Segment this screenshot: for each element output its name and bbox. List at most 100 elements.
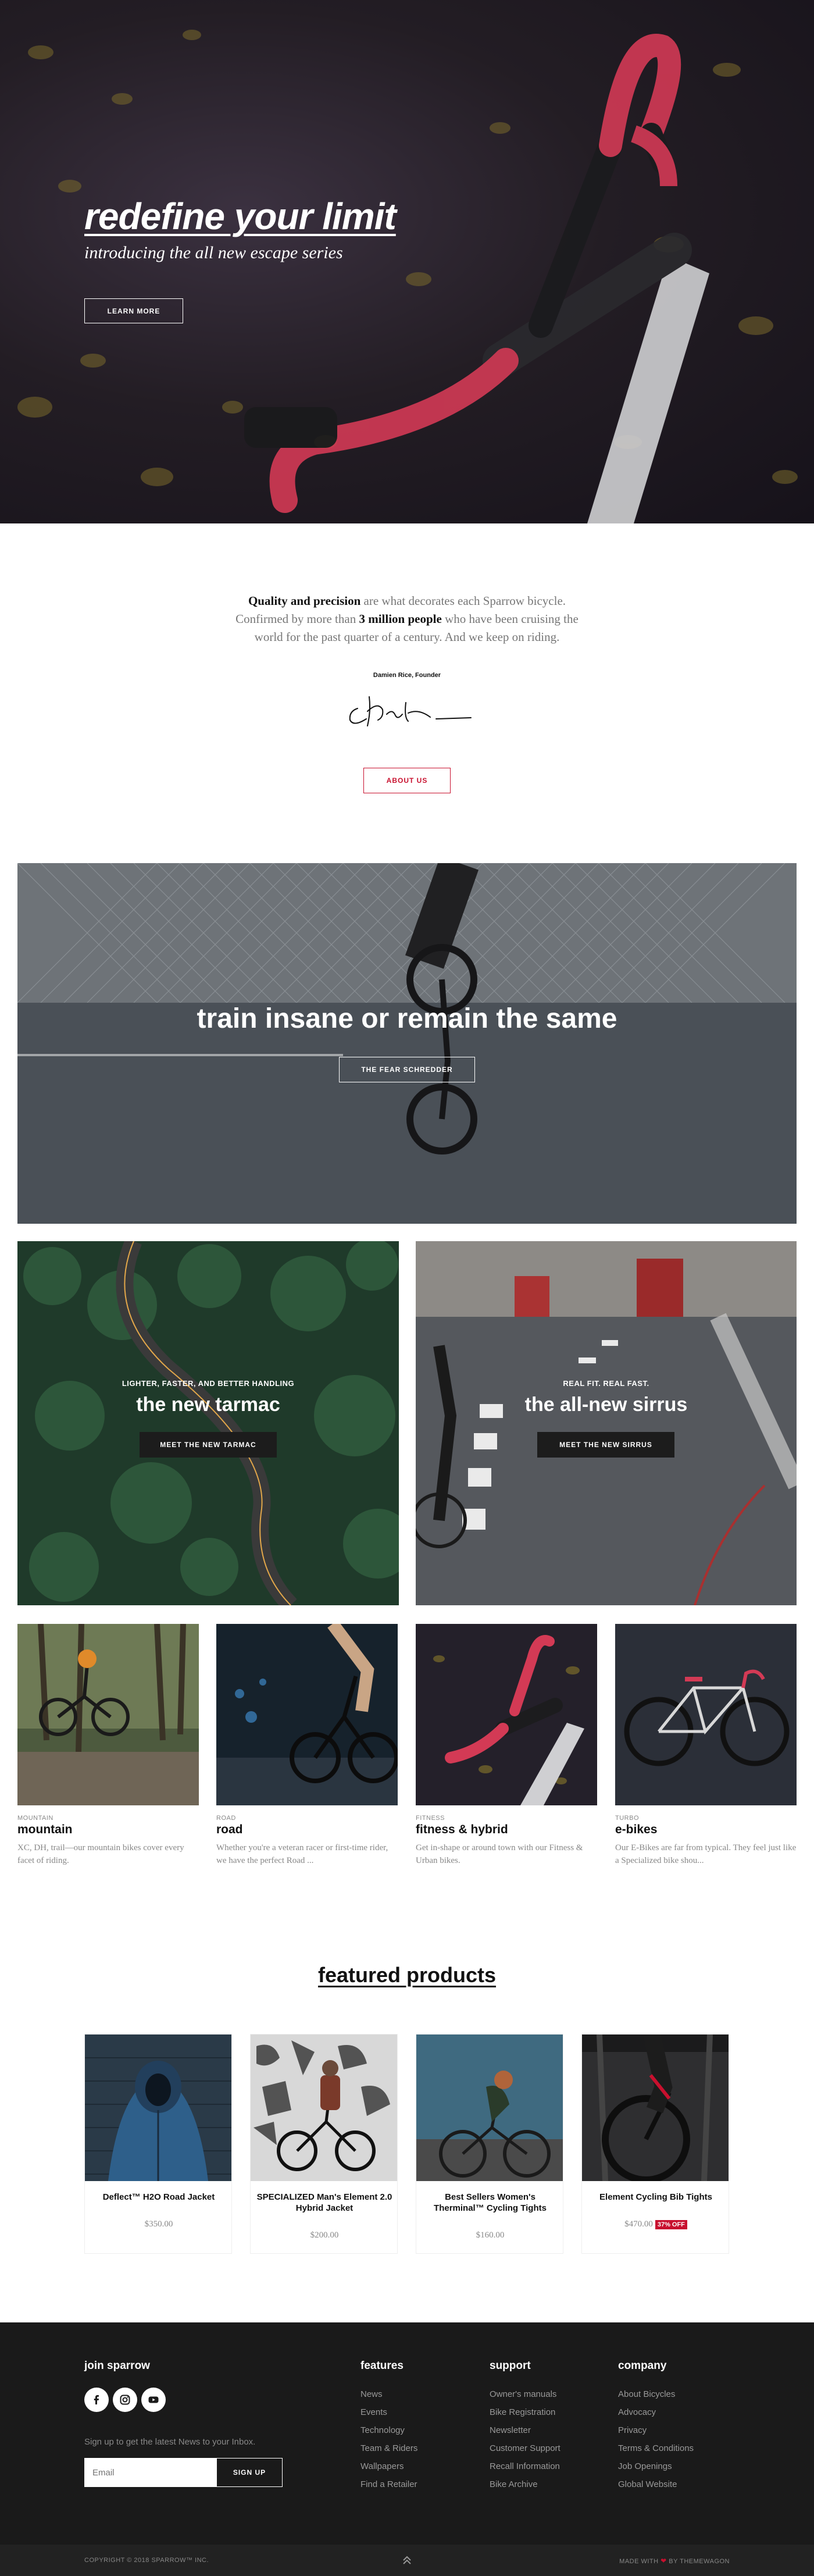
sirrus-title: the all-new sirrus bbox=[524, 1394, 688, 1416]
tarmac-eyebrow: LIGHTER, FASTER, AND BETTER HANDLING bbox=[122, 1379, 295, 1388]
banner-tarmac[interactable]: LIGHTER, FASTER, AND BETTER HANDLING the… bbox=[17, 1241, 399, 1605]
facebook-icon[interactable] bbox=[84, 2388, 109, 2412]
founder-name: Damien Rice, Founder bbox=[373, 672, 441, 679]
footer-link[interactable]: Events bbox=[360, 2403, 417, 2421]
product-card[interactable]: Deflect™ H2O Road Jacket $350.00 bbox=[84, 2034, 232, 2254]
signup-text: Sign up to get the latest News to your I… bbox=[84, 2437, 256, 2447]
themewagon-link[interactable]: BY THEMEWAGON bbox=[669, 2558, 730, 2565]
product-name[interactable]: Best Sellers Women's Therminal™ Cycling … bbox=[422, 2192, 558, 2214]
support-list: Owner's manuals Bike Registration Newsle… bbox=[490, 2385, 560, 2493]
category-description: Get in-shape or around town with our Fit… bbox=[416, 1843, 583, 1865]
product-name[interactable]: SPECIALIZED Man's Element 2.0 Hybrid Jac… bbox=[256, 2192, 392, 2214]
footer-link[interactable]: Bike Archive bbox=[490, 2475, 560, 2493]
founder-signature bbox=[349, 696, 472, 726]
category-description: Our E-Bikes are far from typical. They f… bbox=[615, 1843, 797, 1865]
product-price: $350.00 bbox=[85, 2219, 233, 2229]
footer-link[interactable]: Recall Information bbox=[490, 2457, 560, 2475]
footer-link[interactable]: Global Website bbox=[618, 2475, 694, 2493]
footer-link[interactable]: Privacy bbox=[618, 2421, 694, 2439]
youtube-icon[interactable] bbox=[141, 2388, 166, 2412]
category-eyebrow: FITNESS bbox=[416, 1815, 445, 1822]
product-name[interactable]: Element Cycling Bib Tights bbox=[588, 2192, 724, 2203]
footer-link[interactable]: Terms & Conditions bbox=[618, 2439, 694, 2457]
copyright: COPYRIGHT © 2018 SPARROW™ INC. bbox=[84, 2557, 209, 2564]
product-card[interactable]: SPECIALIZED Man's Element 2.0 Hybrid Jac… bbox=[250, 2034, 398, 2254]
product-card[interactable]: Element Cycling Bib Tights $470.00 37% OF… bbox=[581, 2032, 730, 2254]
category-card-fitness[interactable]: FITNESS fitness & hybrid Get in-shape or… bbox=[416, 1624, 597, 1865]
footer-link[interactable]: Owner's manuals bbox=[490, 2385, 560, 2403]
heart-icon: ❤ bbox=[661, 2557, 667, 2565]
footer-link[interactable]: Customer Support bbox=[490, 2439, 560, 2457]
footer-link[interactable]: Bike Registration bbox=[490, 2403, 560, 2421]
company-list: About Bicycles Advocacy Privacy Terms & … bbox=[618, 2385, 694, 2493]
sale-badge: 37% OFF bbox=[655, 2220, 687, 2229]
made-with-text: MADE WITH bbox=[619, 2558, 659, 2565]
tarmac-image bbox=[23, 1241, 399, 1605]
meet-tarmac-button[interactable]: MEET THE NEW TARMAC bbox=[140, 1432, 277, 1458]
product-image bbox=[416, 2035, 563, 2181]
made-with: MADE WITH ❤ BY THEMEWAGON bbox=[619, 2557, 730, 2565]
category-name[interactable]: e-bikes bbox=[615, 1823, 657, 1837]
category-card-mountain[interactable]: MOUNTAIN mountain XC, DH, trail—our moun… bbox=[17, 1623, 199, 1865]
banner-sirrus[interactable]: REAL FIT. REAL FAST. the all-new sirrus … bbox=[416, 1241, 797, 1605]
banner-main-title: train insane or remain the same bbox=[197, 1003, 617, 1034]
intro-strong-people: 3 million people bbox=[359, 612, 442, 626]
fear-schredder-button[interactable]: THE FEAR SCHREDDER bbox=[339, 1057, 475, 1082]
ebikes-image bbox=[615, 1624, 797, 1805]
banner-fear-schredder[interactable]: train insane or remain the same THE FEAR… bbox=[17, 863, 797, 1224]
footer-link[interactable]: Team & Riders bbox=[360, 2439, 417, 2457]
hero-subtitle: introducing the all new escape series bbox=[84, 243, 343, 262]
intro-strong-quality: Quality and precision bbox=[248, 594, 361, 608]
hero-title: redefine your limit bbox=[84, 195, 397, 237]
features-title: features bbox=[360, 2360, 404, 2372]
category-eyebrow: ROAD bbox=[216, 1815, 236, 1822]
product-price: $160.00 bbox=[416, 2231, 564, 2240]
category-description: Whether you're a veteran racer or first-… bbox=[216, 1843, 388, 1865]
road-image bbox=[216, 1620, 399, 1805]
product-price-value: $200.00 bbox=[310, 2231, 339, 2240]
footer-link[interactable]: Find a Retailer bbox=[360, 2475, 417, 2493]
mountain-image bbox=[17, 1623, 199, 1805]
category-name[interactable]: road bbox=[216, 1823, 243, 1837]
footer-link[interactable]: Job Openings bbox=[618, 2457, 694, 2475]
support-title: support bbox=[490, 2360, 531, 2372]
sirrus-image bbox=[416, 1241, 797, 1605]
footer-link[interactable]: Wallpapers bbox=[360, 2457, 417, 2475]
product-price-value: $160.00 bbox=[476, 2231, 505, 2240]
category-name[interactable]: fitness & hybrid bbox=[416, 1823, 508, 1837]
company-title: company bbox=[618, 2360, 667, 2372]
product-price: $200.00 bbox=[251, 2231, 398, 2240]
product-price-value: $350.00 bbox=[144, 2219, 173, 2229]
product-image bbox=[85, 2035, 231, 2181]
footer-bottom-bar: COPYRIGHT © 2018 SPARROW™ INC. MADE WITH… bbox=[0, 2545, 814, 2576]
sirrus-eyebrow: REAL FIT. REAL FAST. bbox=[563, 1379, 649, 1388]
email-input[interactable] bbox=[84, 2458, 216, 2487]
fitness-image bbox=[416, 1624, 597, 1805]
category-name[interactable]: mountain bbox=[17, 1823, 73, 1837]
chevrons-up-icon[interactable] bbox=[400, 2554, 414, 2567]
footer-link[interactable]: News bbox=[360, 2385, 417, 2403]
featured-title: featured products bbox=[317, 1963, 497, 1987]
about-us-button[interactable]: ABOUT US bbox=[363, 768, 451, 793]
footer-link[interactable]: About Bicycles bbox=[618, 2385, 694, 2403]
intro-text: Quality and precision are what decorates… bbox=[221, 592, 593, 646]
join-title: join sparrow bbox=[84, 2360, 150, 2372]
footer-link[interactable]: Technology bbox=[360, 2421, 417, 2439]
product-price-value: $470.00 bbox=[624, 2219, 653, 2229]
product-image bbox=[251, 2035, 397, 2181]
category-card-road[interactable]: ROAD road Whether you're a veteran racer… bbox=[216, 1620, 399, 1865]
banner-image bbox=[17, 863, 797, 1224]
footer-link[interactable]: Advocacy bbox=[618, 2403, 694, 2421]
signup-button[interactable]: SIGN UP bbox=[216, 2458, 283, 2487]
product-name[interactable]: Deflect™ H2O Road Jacket bbox=[91, 2192, 227, 2203]
category-eyebrow: MOUNTAIN bbox=[17, 1815, 53, 1822]
product-price: $470.00 37% OFF bbox=[582, 2219, 730, 2229]
instagram-icon[interactable] bbox=[113, 2388, 137, 2412]
product-card[interactable]: Best Sellers Women's Therminal™ Cycling … bbox=[416, 2034, 563, 2254]
meet-sirrus-button[interactable]: MEET THE NEW SIRRUS bbox=[537, 1432, 674, 1458]
tarmac-title: the new tarmac bbox=[136, 1394, 280, 1416]
hero-section: redefine your limit introducing the all … bbox=[0, 0, 814, 523]
category-card-ebikes[interactable]: TURBO e-bikes Our E-Bikes are far from t… bbox=[615, 1624, 797, 1865]
learn-more-button[interactable]: LEARN MORE bbox=[84, 298, 183, 323]
footer-link[interactable]: Newsletter bbox=[490, 2421, 560, 2439]
